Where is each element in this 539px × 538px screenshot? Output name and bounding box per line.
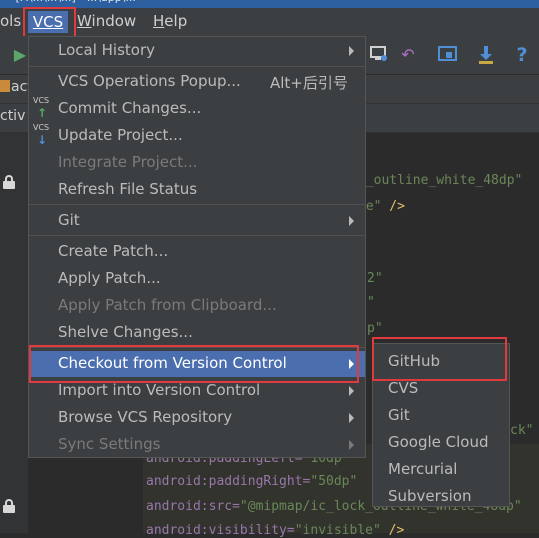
menu-window[interactable]: Window	[77, 12, 136, 30]
run-icon[interactable]: ▶	[10, 45, 30, 65]
vcs-commit-icon: VCS ↑	[33, 96, 50, 120]
menu-item-label: Commit Changes...	[58, 99, 202, 117]
code-line: p"	[367, 321, 383, 336]
code-attribute: android:paddingRight=	[146, 474, 311, 489]
menu-item-label: Browse VCS Repository	[58, 408, 233, 426]
menu-separator	[29, 204, 365, 205]
submenu-arrow-icon	[349, 46, 354, 56]
window-title-partial: - [F:\...\...\...] - ...\app\...	[8, 0, 136, 4]
checkout-highlight-box	[29, 345, 359, 383]
menu-item-shortcut: Alt+后引号	[270, 74, 348, 92]
menu-item-git[interactable]: Git	[29, 208, 365, 234]
code-attribute: android:visibility=	[146, 523, 295, 538]
submenu-item-google-cloud[interactable]: Google Cloud	[388, 433, 489, 451]
menu-item-local-history[interactable]: Local History	[29, 38, 365, 64]
vcs-update-icon: VCS ↓	[33, 123, 50, 147]
window-title-bar: - [F:\...\...\...] - ...\app\...	[0, 0, 539, 8]
menu-item-sync-settings: Sync Settings	[29, 432, 365, 458]
menu-item-label: Shelve Changes...	[58, 323, 193, 341]
submenu-item-mercurial[interactable]: Mercurial	[388, 460, 457, 478]
code-line: k_outline_white_48dp"	[358, 173, 523, 188]
undo-icon[interactable]: ↶	[398, 45, 418, 65]
sdk-download-icon[interactable]	[476, 45, 496, 65]
menu-item-label: Refresh File Status	[58, 180, 198, 198]
menu-item-integrate-project: Integrate Project...	[29, 150, 365, 176]
lock-icon	[3, 175, 15, 189]
file-icon	[0, 80, 10, 92]
menu-item-vcs-operations-popup[interactable]: VCS Operations Popup... Alt+后引号	[29, 69, 365, 95]
github-highlight-box	[372, 337, 507, 381]
menu-item-create-patch[interactable]: Create Patch...	[29, 239, 365, 265]
menu-item-label: Sync Settings	[58, 435, 161, 453]
menu-item-label: Update Project...	[58, 126, 183, 144]
submenu-item-subversion[interactable]: Subversion	[388, 487, 472, 505]
download-arrow-icon	[479, 46, 493, 64]
submenu-item-git[interactable]: Git	[388, 406, 410, 424]
device-manager-icon[interactable]	[369, 45, 389, 65]
project-structure-icon[interactable]	[438, 45, 458, 65]
vcs-dropdown-menu: Local History VCS Operations Popup... Al…	[28, 36, 366, 458]
code-punctuation: />	[380, 523, 405, 538]
menu-separator	[29, 66, 365, 67]
menu-item-label: Local History	[58, 41, 156, 59]
menu-item-label: VCS Operations Popup...	[58, 72, 241, 90]
code-line: android:paddingRight="50dp"	[146, 474, 357, 489]
menu-item-update-project[interactable]: VCS ↓ Update Project...	[29, 123, 365, 149]
monitor-icon	[370, 46, 387, 61]
code-string: "50dp"	[310, 474, 358, 489]
code-line: ck"	[510, 423, 534, 438]
menu-tools[interactable]: ols	[0, 12, 21, 30]
code-line: 2"	[367, 271, 383, 286]
left-tab-label[interactable]: ctiv	[0, 108, 25, 124]
submenu-arrow-icon	[349, 216, 354, 226]
editor-gutter	[0, 133, 28, 533]
menu-item-shelve-changes[interactable]: Shelve Changes...	[29, 320, 365, 346]
code-string: "invisible"	[294, 523, 381, 538]
code-attribute: android:src=	[146, 499, 240, 514]
menu-item-label: Apply Patch from Clipboard...	[58, 296, 277, 314]
menu-item-refresh-file-status[interactable]: Refresh File Status	[29, 177, 365, 203]
menu-item-label: Create Patch...	[58, 242, 169, 260]
lock-icon	[3, 499, 15, 513]
code-punctuation: />	[381, 199, 405, 214]
menu-item-label: Import into Version Control	[58, 381, 261, 399]
code-line: "	[367, 295, 375, 310]
menu-item-label: Git	[58, 211, 80, 229]
menu-item-apply-patch[interactable]: Apply Patch...	[29, 266, 365, 292]
menu-item-label: Integrate Project...	[58, 153, 198, 171]
menu-item-label: Apply Patch...	[58, 269, 161, 287]
help-icon[interactable]: ?	[512, 45, 532, 65]
menu-separator	[29, 235, 365, 236]
submenu-arrow-icon	[349, 386, 354, 396]
submenu-item-cvs[interactable]: CVS	[388, 379, 418, 397]
menu-item-apply-patch-from-clipboard: Apply Patch from Clipboard...	[29, 293, 365, 319]
menu-item-commit-changes[interactable]: VCS ↑ Commit Changes...	[29, 96, 365, 122]
menu-item-browse-vcs-repository[interactable]: Browse VCS Repository	[29, 405, 365, 431]
code-line: android:visibility="invisible" />	[146, 523, 404, 538]
submenu-arrow-icon	[349, 413, 354, 423]
menu-help[interactable]: Help	[153, 12, 187, 30]
layout-icon	[438, 46, 457, 61]
menu-bar: ols VCS Window Help	[0, 8, 539, 36]
submenu-arrow-icon	[349, 440, 354, 450]
